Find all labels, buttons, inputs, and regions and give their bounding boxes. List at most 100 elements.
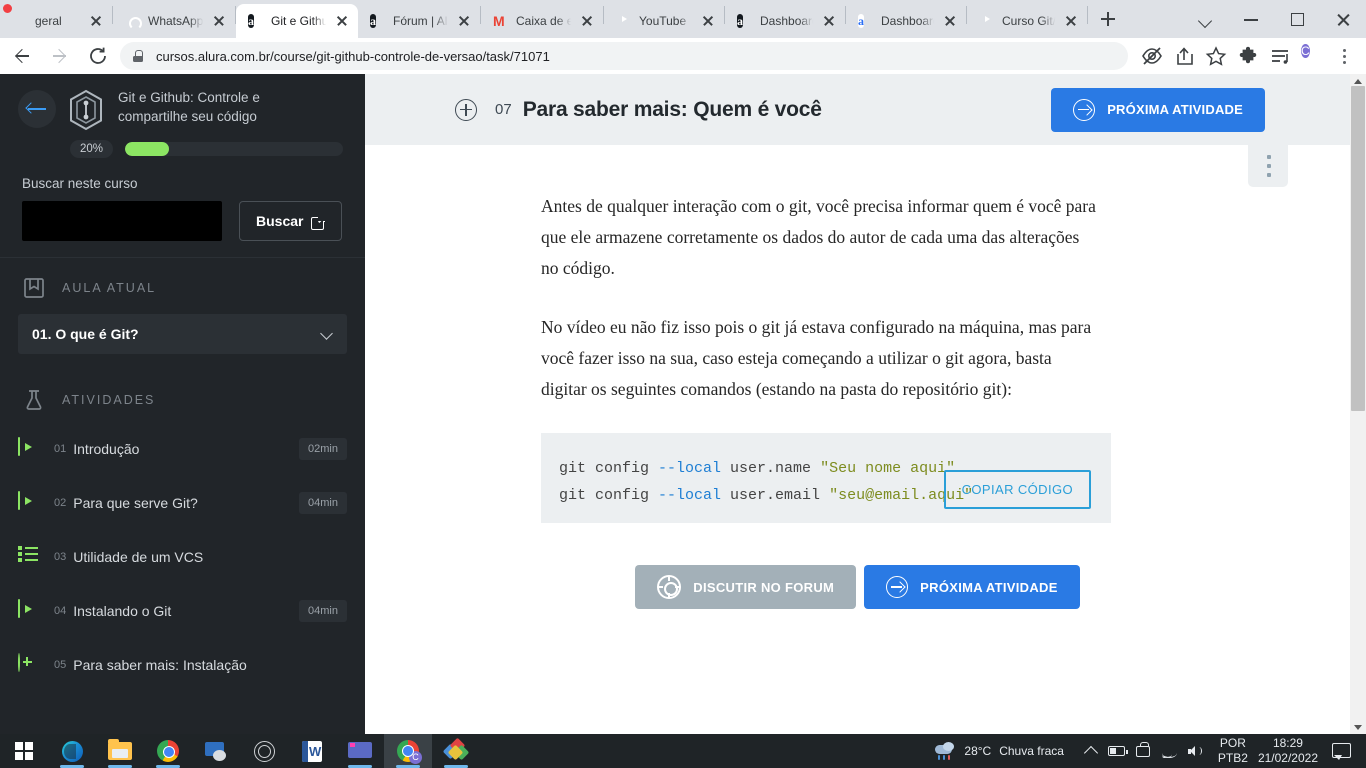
share-icon[interactable] — [1168, 40, 1200, 72]
taskbar-app-edge[interactable] — [48, 734, 96, 768]
browser-tab-active[interactable]: a Git e Githu — [236, 4, 358, 38]
more-options-button[interactable] — [1248, 145, 1288, 187]
taskbar-app-monitor[interactable] — [336, 734, 384, 768]
taskbar-app-chrome-profile[interactable]: C — [384, 734, 432, 768]
paragraph: No vídeo eu não fiz isso pois o git já e… — [541, 317, 1092, 399]
copy-code-button[interactable]: COPIAR CÓDIGO — [943, 470, 1091, 509]
eye-slash-icon[interactable] — [1136, 40, 1168, 72]
course-logo-icon — [66, 88, 106, 132]
volume-icon[interactable] — [1182, 734, 1208, 768]
close-icon[interactable] — [454, 11, 474, 31]
start-button[interactable] — [0, 734, 48, 768]
collapse-sidebar-button[interactable] — [18, 90, 56, 128]
chevron-down-icon[interactable] — [1182, 3, 1228, 35]
clock[interactable]: 18:29 21/02/2022 — [1258, 736, 1318, 766]
browser-tab[interactable]: geral — [0, 4, 112, 38]
close-icon[interactable] — [819, 11, 839, 31]
weather-description: Chuva fraca — [999, 744, 1064, 758]
scroll-down-arrow-icon[interactable] — [1350, 722, 1366, 734]
forward-button[interactable] — [44, 40, 76, 72]
list-item[interactable]: 03 Utilidade de um VCS — [0, 530, 365, 584]
close-icon[interactable] — [332, 11, 352, 31]
list-item[interactable]: 01 Introdução 02min — [0, 422, 365, 476]
next-activity-button-bottom[interactable]: PRÓXIMA ATIVIDADE — [864, 565, 1080, 609]
video-icon — [18, 599, 40, 622]
taskbar-app-diamonds[interactable] — [432, 734, 480, 768]
minimize-icon[interactable] — [1228, 3, 1274, 35]
scroll-up-arrow-icon[interactable] — [1350, 74, 1366, 86]
discuss-forum-button[interactable]: DISCUTIR NO FORUM — [635, 565, 857, 609]
activity-number: 02 — [54, 497, 67, 509]
close-icon[interactable] — [86, 11, 106, 31]
reload-icon — [90, 47, 106, 64]
current-lesson-section-label: AULA ATUAL — [62, 281, 157, 295]
browser-tab[interactable]: YouTube — [604, 4, 724, 38]
activity-duration: 04min — [299, 492, 347, 514]
notifications-icon[interactable] — [1328, 741, 1354, 761]
page-scrollbar[interactable] — [1350, 74, 1366, 734]
close-icon[interactable] — [577, 11, 597, 31]
show-hidden-icons-button[interactable] — [1078, 734, 1104, 768]
extensions-puzzle-icon[interactable] — [1232, 40, 1264, 72]
folder-icon — [108, 739, 132, 760]
browser-tab[interactable]: a Fórum | Al — [358, 4, 480, 38]
course-title: Git e Github: Controle e compartilhe seu… — [118, 90, 260, 124]
list-item[interactable]: 04 Instalando o Git 04min — [0, 584, 365, 638]
sidebar-current-lesson[interactable]: 01. O que é Git? — [18, 314, 347, 354]
language-line1: POR — [1219, 736, 1246, 750]
browser-tab[interactable]: Curso Git/( — [967, 4, 1087, 38]
reload-button[interactable] — [82, 40, 114, 72]
language-indicator[interactable]: POR PTB2 — [1218, 736, 1248, 766]
chevron-down-icon[interactable] — [321, 328, 333, 340]
close-icon[interactable] — [1061, 11, 1081, 31]
maximize-icon[interactable] — [1274, 3, 1320, 35]
media-list-icon[interactable] — [1264, 40, 1296, 72]
alura-light-icon: a — [858, 14, 864, 28]
search-button[interactable]: Buscar — [239, 201, 343, 241]
close-icon[interactable] — [940, 11, 960, 31]
activities-section-header: ATIVIDADES — [0, 354, 365, 422]
taskbar-app-word[interactable] — [288, 734, 336, 768]
list-item[interactable]: 02 Para que serve Git? 04min — [0, 476, 365, 530]
activities-section-label: ATIVIDADES — [62, 393, 156, 407]
address-bar[interactable]: cursos.alura.com.br/course/git-github-co… — [120, 42, 1128, 70]
close-icon[interactable] — [209, 11, 229, 31]
remote-desktop-icon — [204, 741, 228, 761]
browser-tab[interactable]: WhatsApp — [113, 4, 235, 38]
search-input[interactable] — [22, 201, 222, 241]
avatar[interactable]: C — [1296, 40, 1328, 72]
scrollbar-thumb[interactable] — [1351, 86, 1365, 411]
video-icon — [18, 437, 40, 460]
alura-icon: a — [248, 14, 254, 28]
youtube-icon — [616, 13, 632, 29]
close-icon[interactable] — [698, 11, 718, 31]
browser-tab[interactable]: a Dashboard — [725, 4, 845, 38]
monitor-icon — [348, 741, 372, 761]
obs-icon — [253, 740, 275, 762]
diamonds-icon — [442, 737, 470, 762]
browser-menu-button[interactable] — [1328, 40, 1360, 72]
main-content: 07 Para saber mais: Quem é você PRÓXIMA … — [365, 74, 1350, 734]
next-activity-button-top[interactable]: PRÓXIMA ATIVIDADE — [1051, 87, 1265, 132]
new-tab-button[interactable] — [1094, 5, 1122, 33]
activity-duration: 04min — [299, 600, 347, 622]
bookmark-star-icon[interactable] — [1200, 40, 1232, 72]
search-button-label: Buscar — [256, 213, 304, 229]
taskbar-app-remote-desktop[interactable] — [192, 734, 240, 768]
taskbar-app-chrome[interactable] — [144, 734, 192, 768]
current-lesson-section-header: AULA ATUAL — [0, 258, 365, 310]
bottom-actions: DISCUTIR NO FORUM PRÓXIMA ATIVIDADE — [541, 565, 1350, 609]
camera-icon[interactable] — [1130, 734, 1156, 768]
tab-title: Dashboard — [760, 13, 815, 28]
weather-widget[interactable]: 28°C Chuva fraca — [934, 742, 1064, 760]
alura-icon: a — [737, 14, 743, 28]
list-item[interactable]: 05 Para saber mais: Instalação — [0, 638, 365, 692]
close-icon[interactable] — [1320, 3, 1366, 35]
taskbar-app-obs[interactable] — [240, 734, 288, 768]
wifi-icon[interactable] — [1156, 734, 1182, 768]
taskbar-app-file-explorer[interactable] — [96, 734, 144, 768]
browser-tab[interactable]: Caixa de e — [481, 4, 603, 38]
back-button[interactable] — [6, 40, 38, 72]
battery-icon[interactable] — [1104, 734, 1130, 768]
browser-tab[interactable]: a Dashboard — [846, 4, 966, 38]
